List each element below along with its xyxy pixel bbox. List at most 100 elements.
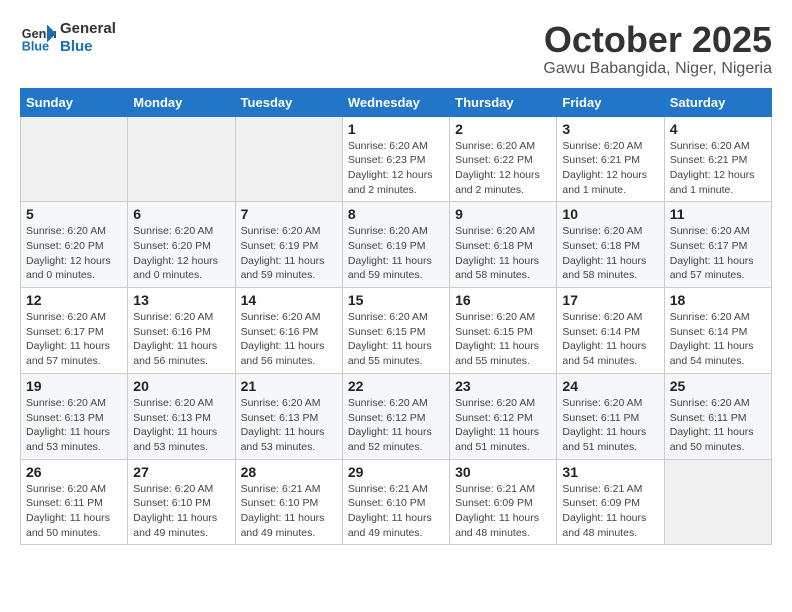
day-number: 15: [348, 292, 444, 308]
day-number: 13: [133, 292, 229, 308]
day-number: 6: [133, 206, 229, 222]
calendar-cell: 6 Sunrise: 6:20 AMSunset: 6:20 PMDaylight…: [128, 202, 235, 288]
calendar-cell: 27 Sunrise: 6:20 AMSunset: 6:10 PMDayligh…: [128, 459, 235, 545]
day-number: 30: [455, 464, 551, 480]
day-info: Sunrise: 6:20 AMSunset: 6:13 PMDaylight:…: [241, 396, 337, 455]
day-info: Sunrise: 6:20 AMSunset: 6:14 PMDaylight:…: [670, 310, 766, 369]
day-info: Sunrise: 6:20 AMSunset: 6:23 PMDaylight:…: [348, 139, 444, 198]
day-number: 5: [26, 206, 122, 222]
logo-line1: General: [60, 20, 116, 38]
calendar-cell: 13 Sunrise: 6:20 AMSunset: 6:16 PMDayligh…: [128, 288, 235, 374]
weekday-header-saturday: Saturday: [664, 88, 771, 116]
day-info: Sunrise: 6:20 AMSunset: 6:14 PMDaylight:…: [562, 310, 658, 369]
calendar-cell: 1 Sunrise: 6:20 AMSunset: 6:23 PMDaylight…: [342, 116, 449, 202]
day-info: Sunrise: 6:20 AMSunset: 6:12 PMDaylight:…: [348, 396, 444, 455]
day-number: 9: [455, 206, 551, 222]
day-info: Sunrise: 6:20 AMSunset: 6:16 PMDaylight:…: [133, 310, 229, 369]
calendar-cell: 17Sunrise: 6:20 AMSunset: 6:14 PMDayligh…: [557, 288, 664, 374]
day-info: Sunrise: 6:20 AMSunset: 6:12 PMDaylight:…: [455, 396, 551, 455]
calendar-cell: 19 Sunrise: 6:20 AMSunset: 6:13 PMDayligh…: [21, 373, 128, 459]
calendar-cell: 3Sunrise: 6:20 AMSunset: 6:21 PMDaylight…: [557, 116, 664, 202]
calendar-cell: 20 Sunrise: 6:20 AMSunset: 6:13 PMDayligh…: [128, 373, 235, 459]
day-number: 16: [455, 292, 551, 308]
day-number: 12: [26, 292, 122, 308]
day-number: 20: [133, 378, 229, 394]
day-info: Sunrise: 6:20 AMSunset: 6:13 PMDaylight:…: [133, 396, 229, 455]
day-number: 4: [670, 121, 766, 137]
day-info: Sunrise: 6:20 AMSunset: 6:10 PMDaylight:…: [133, 482, 229, 541]
day-info: Sunrise: 6:20 AMSunset: 6:22 PMDaylight:…: [455, 139, 551, 198]
day-number: 29: [348, 464, 444, 480]
calendar-cell: 9 Sunrise: 6:20 AMSunset: 6:18 PMDaylight…: [450, 202, 557, 288]
day-info: Sunrise: 6:20 AMSunset: 6:17 PMDaylight:…: [670, 224, 766, 283]
calendar-cell: 4 Sunrise: 6:20 AMSunset: 6:21 PMDaylight…: [664, 116, 771, 202]
day-number: 2: [455, 121, 551, 137]
day-info: Sunrise: 6:20 AMSunset: 6:19 PMDaylight:…: [348, 224, 444, 283]
title-block: October 2025 Gawu Babangida, Niger, Nige…: [543, 20, 772, 78]
calendar-cell: 31 Sunrise: 6:21 AMSunset: 6:09 PMDayligh…: [557, 459, 664, 545]
weekday-header-thursday: Thursday: [450, 88, 557, 116]
day-info: Sunrise: 6:20 AMSunset: 6:11 PMDaylight:…: [26, 482, 122, 541]
logo: General Blue General Blue: [20, 20, 116, 56]
day-number: 22: [348, 378, 444, 394]
day-info: Sunrise: 6:20 AMSunset: 6:20 PMDaylight:…: [26, 224, 122, 283]
day-info: Sunrise: 6:20 AMSunset: 6:15 PMDaylight:…: [348, 310, 444, 369]
weekday-header-monday: Monday: [128, 88, 235, 116]
calendar-cell: 21 Sunrise: 6:20 AMSunset: 6:13 PMDayligh…: [235, 373, 342, 459]
day-number: 18: [670, 292, 766, 308]
day-number: 21: [241, 378, 337, 394]
day-info: Sunrise: 6:20 AMSunset: 6:13 PMDaylight:…: [26, 396, 122, 455]
day-number: 19: [26, 378, 122, 394]
day-info: Sunrise: 6:21 AMSunset: 6:09 PMDaylight:…: [562, 482, 658, 541]
calendar-cell: 10 Sunrise: 6:20 AMSunset: 6:18 PMDayligh…: [557, 202, 664, 288]
logo-icon: General Blue: [20, 20, 56, 56]
day-info: Sunrise: 6:20 AMSunset: 6:18 PMDaylight:…: [455, 224, 551, 283]
day-number: 27: [133, 464, 229, 480]
day-info: Sunrise: 6:20 AMSunset: 6:20 PMDaylight:…: [133, 224, 229, 283]
day-number: 26: [26, 464, 122, 480]
day-number: 28: [241, 464, 337, 480]
weekday-header-sunday: Sunday: [21, 88, 128, 116]
day-info: Sunrise: 6:21 AMSunset: 6:09 PMDaylight:…: [455, 482, 551, 541]
calendar-cell: 24Sunrise: 6:20 AMSunset: 6:11 PMDayligh…: [557, 373, 664, 459]
month-title: October 2025: [543, 20, 772, 60]
calendar-cell: 25Sunrise: 6:20 AMSunset: 6:11 PMDayligh…: [664, 373, 771, 459]
day-info: Sunrise: 6:20 AMSunset: 6:16 PMDaylight:…: [241, 310, 337, 369]
calendar-cell: 30 Sunrise: 6:21 AMSunset: 6:09 PMDayligh…: [450, 459, 557, 545]
day-number: 14: [241, 292, 337, 308]
calendar-cell: 18 Sunrise: 6:20 AMSunset: 6:14 PMDayligh…: [664, 288, 771, 374]
day-number: 8: [348, 206, 444, 222]
day-number: 11: [670, 206, 766, 222]
day-info: Sunrise: 6:20 AMSunset: 6:15 PMDaylight:…: [455, 310, 551, 369]
svg-text:Blue: Blue: [22, 40, 49, 54]
day-number: 31: [562, 464, 658, 480]
calendar-cell: 28 Sunrise: 6:21 AMSunset: 6:10 PMDayligh…: [235, 459, 342, 545]
calendar-cell: 23Sunrise: 6:20 AMSunset: 6:12 PMDayligh…: [450, 373, 557, 459]
calendar-cell: 5 Sunrise: 6:20 AMSunset: 6:20 PMDaylight…: [21, 202, 128, 288]
weekday-header-wednesday: Wednesday: [342, 88, 449, 116]
weekday-header-friday: Friday: [557, 88, 664, 116]
page-header: General Blue General Blue October 2025 G…: [20, 20, 772, 78]
day-info: Sunrise: 6:21 AMSunset: 6:10 PMDaylight:…: [241, 482, 337, 541]
day-info: Sunrise: 6:20 AMSunset: 6:11 PMDaylight:…: [562, 396, 658, 455]
day-info: Sunrise: 6:20 AMSunset: 6:21 PMDaylight:…: [562, 139, 658, 198]
day-number: 10: [562, 206, 658, 222]
day-info: Sunrise: 6:20 AMSunset: 6:17 PMDaylight:…: [26, 310, 122, 369]
calendar-cell: 16 Sunrise: 6:20 AMSunset: 6:15 PMDayligh…: [450, 288, 557, 374]
calendar-cell: 12 Sunrise: 6:20 AMSunset: 6:17 PMDayligh…: [21, 288, 128, 374]
calendar-cell: 14 Sunrise: 6:20 AMSunset: 6:16 PMDayligh…: [235, 288, 342, 374]
day-info: Sunrise: 6:20 AMSunset: 6:11 PMDaylight:…: [670, 396, 766, 455]
day-info: Sunrise: 6:21 AMSunset: 6:10 PMDaylight:…: [348, 482, 444, 541]
calendar-cell: 8 Sunrise: 6:20 AMSunset: 6:19 PMDaylight…: [342, 202, 449, 288]
day-number: 1: [348, 121, 444, 137]
calendar-table: SundayMondayTuesdayWednesdayThursdayFrid…: [20, 88, 772, 546]
calendar-cell: [21, 116, 128, 202]
calendar-cell: 22 Sunrise: 6:20 AMSunset: 6:12 PMDayligh…: [342, 373, 449, 459]
weekday-header-tuesday: Tuesday: [235, 88, 342, 116]
calendar-cell: [128, 116, 235, 202]
day-number: 7: [241, 206, 337, 222]
day-info: Sunrise: 6:20 AMSunset: 6:21 PMDaylight:…: [670, 139, 766, 198]
calendar-cell: 11 Sunrise: 6:20 AMSunset: 6:17 PMDayligh…: [664, 202, 771, 288]
day-info: Sunrise: 6:20 AMSunset: 6:19 PMDaylight:…: [241, 224, 337, 283]
day-info: Sunrise: 6:20 AMSunset: 6:18 PMDaylight:…: [562, 224, 658, 283]
